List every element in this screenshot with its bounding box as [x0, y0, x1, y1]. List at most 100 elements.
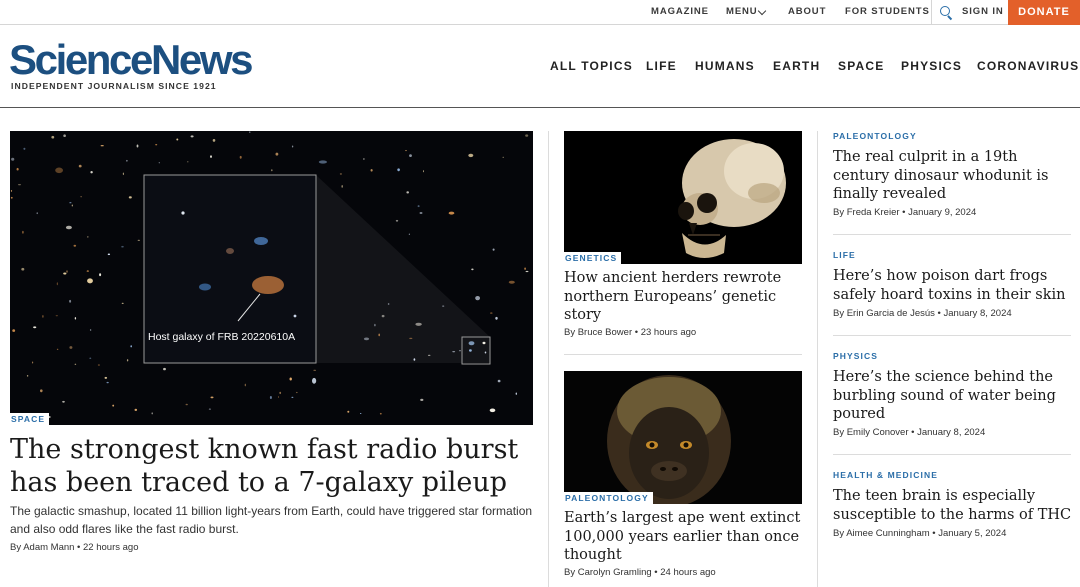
ape-story-image[interactable]: [564, 371, 802, 504]
star-dot: [71, 204, 73, 207]
star-dot: [187, 161, 189, 163]
story-category-tag[interactable]: HEALTH & MEDICINE: [833, 470, 938, 480]
sign-in-link[interactable]: SIGN IN: [962, 0, 1004, 25]
star-dot: [112, 404, 115, 407]
site-logo[interactable]: ScienceNews: [9, 39, 253, 81]
star-dot: [126, 359, 129, 362]
story-byline: By Bruce Bower • 23 hours ago: [564, 327, 697, 338]
story-headline[interactable]: Here’s the science behind the burbling s…: [833, 368, 1073, 424]
lead-headline[interactable]: The strongest known fast radio burst has…: [10, 434, 535, 499]
story-byline: By Erin Garcia de Jesús • January 8, 202…: [833, 308, 1012, 319]
magazine-link[interactable]: MAGAZINE: [651, 0, 709, 25]
story-headline[interactable]: The real culprit in a 19th century dinos…: [833, 148, 1073, 204]
star-dot: [497, 379, 501, 383]
star-dot: [419, 212, 423, 214]
star-dot: [468, 153, 474, 158]
star-dot: [12, 329, 16, 332]
search-icon[interactable]: [940, 6, 953, 21]
chevron-down-icon[interactable]: [757, 6, 767, 16]
about-link[interactable]: ABOUT: [788, 0, 826, 25]
story-category-tag[interactable]: PALEONTOLOGY: [561, 492, 653, 505]
star-dot: [475, 296, 480, 301]
story-headline[interactable]: Here’s how poison dart frogs safely hoar…: [833, 267, 1073, 304]
star-dot: [395, 219, 399, 222]
nav-coronavirus[interactable]: CORONAVIRUS: [977, 59, 1079, 75]
star-dot: [26, 375, 29, 377]
star-dot: [151, 412, 153, 415]
star-dot: [420, 398, 424, 401]
star-dot: [42, 315, 44, 318]
star-dot: [56, 348, 59, 350]
star-dot: [176, 138, 179, 141]
star-dot: [185, 403, 188, 406]
star-dot: [33, 326, 37, 329]
star-dot: [130, 345, 132, 348]
star-dot: [55, 167, 63, 174]
star-dot: [122, 172, 124, 176]
star-dot: [239, 155, 242, 159]
star-dot: [80, 196, 82, 198]
star-dot: [104, 376, 108, 379]
story-headline[interactable]: How ancient herders rewrote northern Eur…: [564, 269, 802, 325]
star-dot: [137, 239, 140, 241]
star-dot: [313, 369, 317, 371]
star-dot: [158, 162, 160, 164]
story-divider: [833, 234, 1071, 235]
star-dot: [90, 171, 93, 174]
menu-button[interactable]: MENU: [726, 0, 758, 25]
star-dot: [318, 160, 327, 164]
star-dot: [89, 329, 92, 331]
story-headline[interactable]: The teen brain is especially susceptible…: [833, 487, 1073, 524]
star-dot: [471, 268, 474, 271]
story-category-tag[interactable]: PALEONTOLOGY: [833, 131, 917, 141]
star-dot: [16, 167, 19, 171]
star-dot: [406, 191, 410, 194]
lead-image-caption: Host galaxy of FRB 20220610A: [148, 331, 295, 343]
star-dot: [63, 134, 66, 137]
star-dot: [490, 312, 493, 314]
star-dot: [408, 233, 410, 235]
star-dot: [74, 363, 77, 365]
nav-physics[interactable]: PHYSICS: [901, 59, 962, 75]
star-dot: [244, 383, 246, 387]
star-dot: [489, 408, 496, 413]
skull-story-image[interactable]: [564, 131, 802, 264]
nav-earth[interactable]: EARTH: [773, 59, 820, 75]
star-dot: [278, 396, 279, 398]
star-dot: [289, 377, 292, 381]
for-students-link[interactable]: FOR STUDENTS: [845, 0, 930, 25]
star-dot: [78, 164, 82, 168]
star-dot: [212, 139, 216, 142]
star-dot: [99, 273, 102, 277]
star-dot: [121, 245, 124, 248]
donate-button[interactable]: DONATE: [1008, 0, 1080, 25]
story-category-tag[interactable]: GENETICS: [561, 252, 622, 265]
star-dot: [405, 150, 407, 152]
star-dot: [291, 396, 294, 398]
story-divider: [833, 335, 1071, 336]
star-dot: [409, 154, 412, 157]
star-dot: [508, 280, 515, 284]
nav-space[interactable]: SPACE: [838, 59, 884, 75]
star-dot: [69, 346, 73, 349]
nav-life[interactable]: LIFE: [646, 59, 677, 75]
star-dot: [121, 302, 124, 304]
lead-story-image[interactable]: Host galaxy of FRB 20220610A: [10, 131, 533, 425]
story-headline[interactable]: Earth’s largest ape went extinct 100,000…: [564, 509, 802, 565]
star-dot: [10, 196, 13, 199]
star-dot: [32, 361, 34, 364]
story-byline: By Emily Conover • January 8, 2024: [833, 427, 986, 438]
star-dot: [51, 135, 55, 139]
nav-all-topics[interactable]: ALL TOPICS: [550, 59, 633, 75]
story-byline: By Carolyn Gramling • 24 hours ago: [564, 567, 716, 578]
star-dot: [271, 169, 273, 172]
lead-category-tag[interactable]: SPACE: [7, 413, 50, 426]
story-category-tag[interactable]: LIFE: [833, 250, 856, 260]
star-dot: [128, 196, 132, 199]
star-dot: [55, 315, 58, 317]
story-category-tag[interactable]: PHYSICS: [833, 351, 878, 361]
nav-humans[interactable]: HUMANS: [695, 59, 755, 75]
masthead: ScienceNews INDEPENDENT JOURNALISM SINCE…: [0, 26, 1080, 108]
star-dot: [106, 381, 109, 384]
star-dot: [295, 391, 298, 394]
